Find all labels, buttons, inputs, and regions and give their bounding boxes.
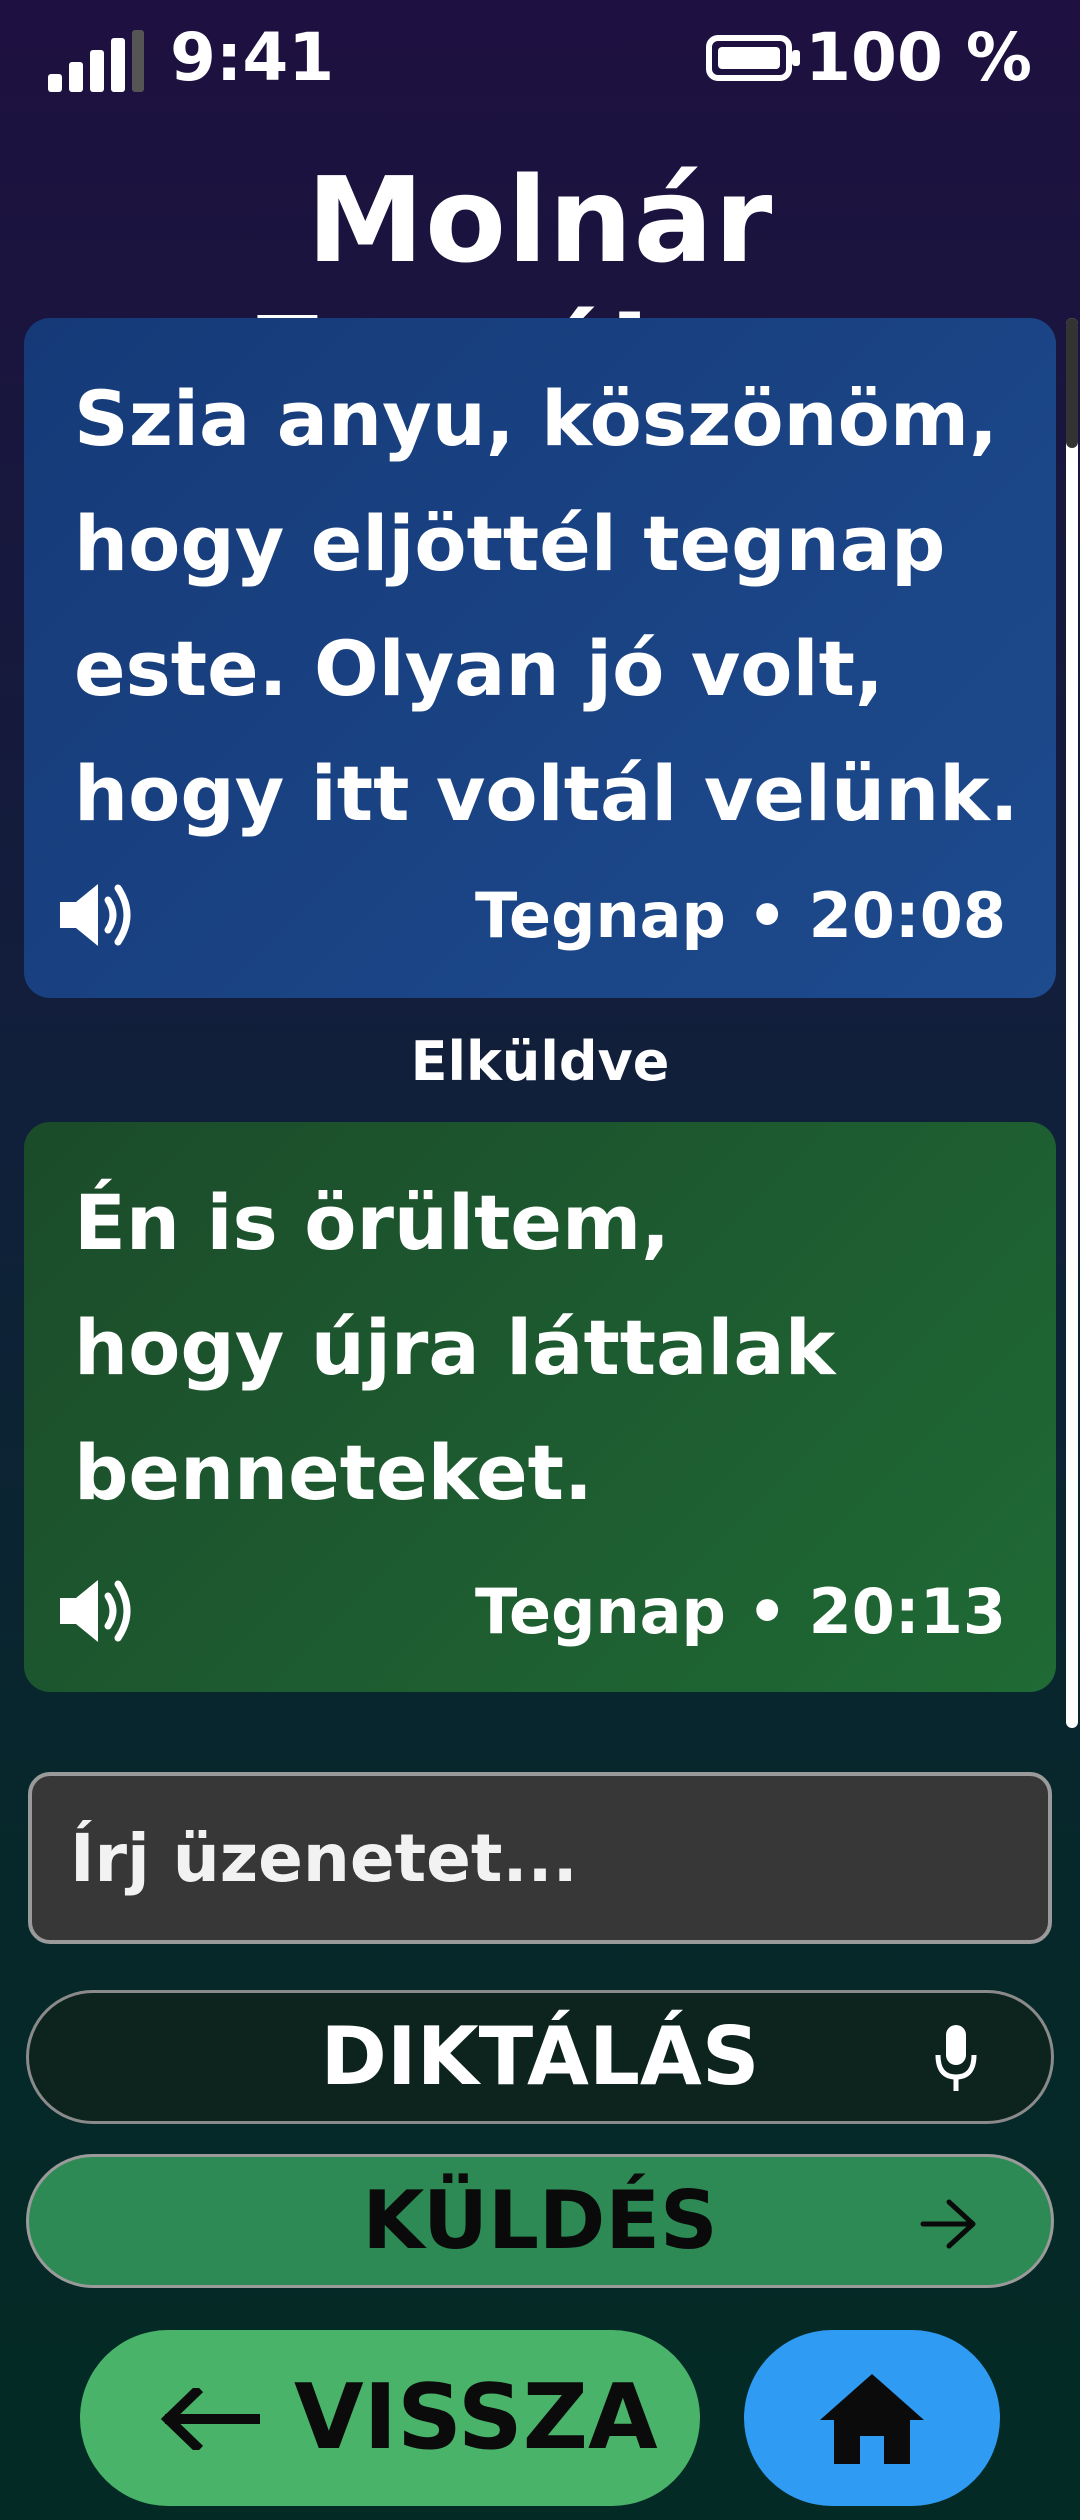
sent-status-label: Elküldve: [410, 1030, 670, 1093]
message-timestamp: Tegnap • 20:08: [475, 879, 1006, 952]
scrollbar-track[interactable]: [1066, 318, 1078, 1728]
home-icon: [820, 2374, 924, 2464]
scrollbar-thumb[interactable]: [1066, 318, 1078, 448]
message-text: Szia anyu, köszönöm, hogy eljöttél tegna…: [74, 374, 1019, 838]
status-time: 9:41: [170, 19, 335, 96]
status-bar: 9:41 100 %: [0, 0, 1080, 110]
arrow-right-icon: [920, 2199, 976, 2249]
dictate-button[interactable]: DIKTÁLÁS: [26, 1990, 1054, 2124]
home-button[interactable]: [744, 2330, 1000, 2506]
microphone-icon: [935, 2025, 977, 2091]
outgoing-message: Én is örültem, hogy újra láttalak bennet…: [24, 1122, 1056, 1692]
send-button-label: KÜLDÉS: [362, 2174, 718, 2267]
send-button[interactable]: KÜLDÉS: [26, 2154, 1054, 2288]
dictate-button-label: DIKTÁLÁS: [320, 2010, 760, 2103]
message-timestamp: Tegnap • 20:13: [475, 1575, 1006, 1648]
message-text: Én is örültem, hogy újra láttalak bennet…: [74, 1178, 836, 1517]
speaker-icon[interactable]: [54, 872, 140, 958]
back-button-label: VISSZA: [294, 2365, 658, 2470]
speaker-icon[interactable]: [54, 1568, 140, 1654]
battery-percent: 100 %: [805, 19, 1032, 96]
arrow-left-icon: [160, 2388, 260, 2450]
signal-bars-icon: [48, 30, 144, 92]
battery-icon: [706, 35, 800, 81]
incoming-message: Szia anyu, köszönöm, hogy eljöttél tegna…: [24, 318, 1056, 998]
message-list[interactable]: Szia anyu, köszönöm, hogy eljöttél tegna…: [0, 318, 1080, 1728]
message-input[interactable]: [28, 1772, 1052, 1944]
back-button[interactable]: VISSZA: [80, 2330, 700, 2506]
